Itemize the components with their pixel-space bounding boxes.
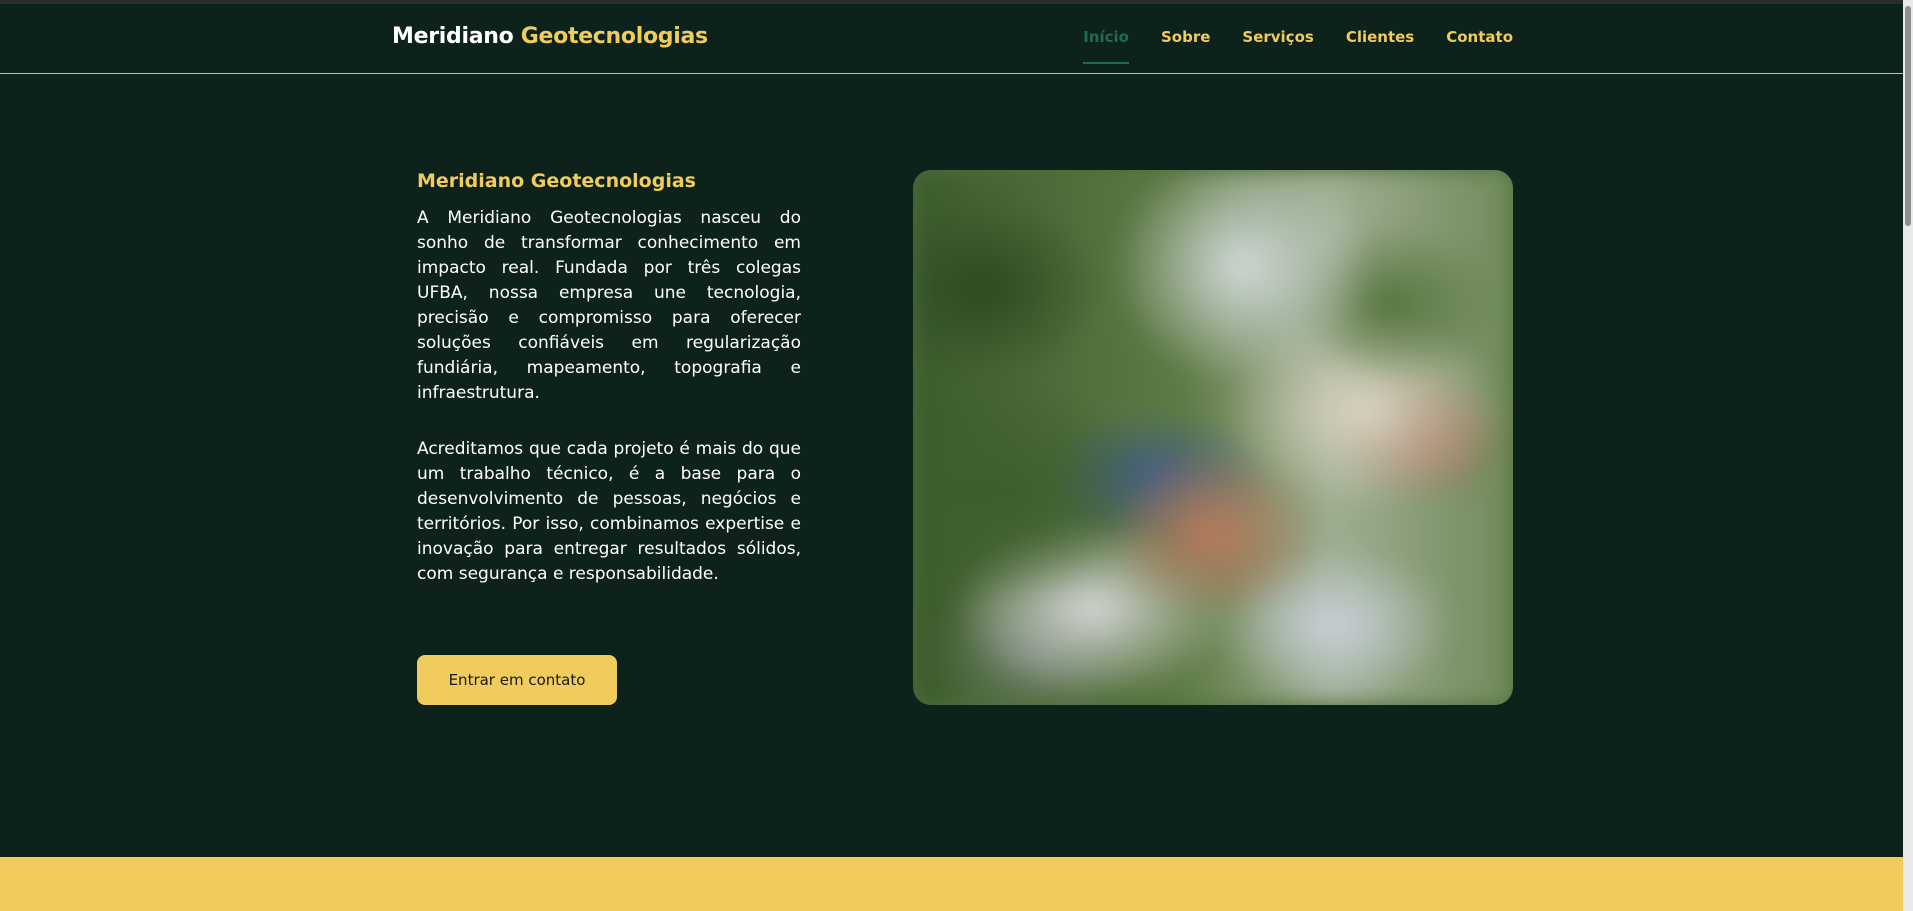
hero-paragraph-2: Acreditamos que cada projeto é mais do q…: [417, 439, 801, 584]
hero-paragraph-1: A Meridiano Geotecnologias nasceu do son…: [417, 208, 801, 403]
brand-logo[interactable]: Meridiano Geotecnologias: [392, 24, 708, 49]
nav-item-sobre[interactable]: Sobre: [1161, 28, 1210, 54]
hero-text: Meridiano Geotecnologias A Meridiano Geo…: [417, 170, 801, 618]
page-scrollbar[interactable]: [1903, 0, 1913, 911]
contact-button[interactable]: Entrar em contato: [417, 655, 617, 705]
main-nav: Início Sobre Serviços Clientes Contato: [1083, 28, 1513, 64]
brand-name-white: Meridiano: [392, 24, 514, 49]
hero-image: [913, 170, 1513, 705]
brand-name-yellow: Geotecnologias: [520, 24, 708, 49]
nav-item-inicio[interactable]: Início: [1083, 28, 1129, 64]
site-header: Meridiano Geotecnologias Início Sobre Se…: [0, 4, 1903, 74]
scrollbar-thumb[interactable]: [1905, 6, 1911, 226]
next-section-band: [0, 857, 1903, 911]
nav-item-contato[interactable]: Contato: [1446, 28, 1513, 54]
nav-item-clientes[interactable]: Clientes: [1346, 28, 1414, 54]
page: Meridiano Geotecnologias Início Sobre Se…: [0, 0, 1913, 911]
nav-item-servicos[interactable]: Serviços: [1242, 28, 1313, 54]
hero-title: Meridiano Geotecnologias: [417, 170, 696, 192]
